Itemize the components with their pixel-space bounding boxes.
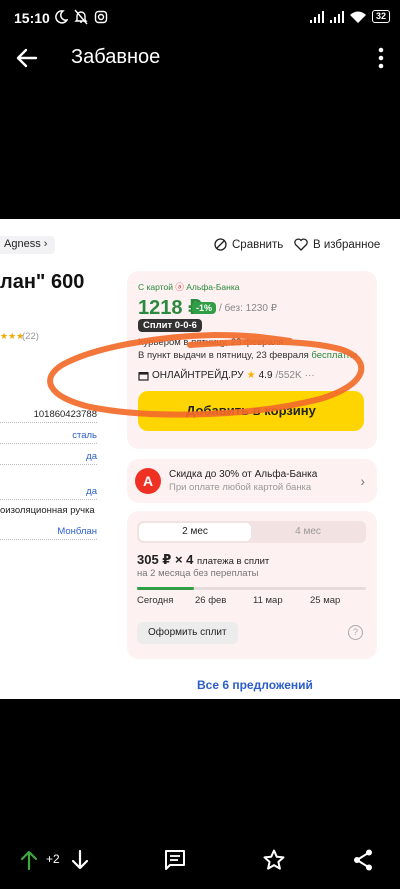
timeline-date: 25 мар [310,595,341,606]
signal-icon [309,10,324,23]
share-icon[interactable] [352,848,374,872]
spec-row: да [0,451,97,465]
seller-reviews: /552K [275,370,302,381]
period-option-4m[interactable]: 4 мес [252,523,364,541]
product-title: лан" 600 [0,271,85,293]
spec-value: 101860423788 [31,409,97,420]
moon-icon [55,10,68,24]
shop-icon [138,371,149,381]
spec-value-link[interactable]: да [84,451,97,462]
favorite-label: В избранное [313,238,381,251]
delivery-pickup: В пункт выдачи в пятницу, 23 февраля бес… [138,350,358,361]
status-right-icons: 32 [309,10,390,23]
app-bar: Забавное [0,36,400,80]
split-badge: Сплит 0-0-6 [138,319,202,332]
delivery-courier: Курьером в пятницу, 23 февраля [138,337,284,348]
split-amount: 305 ₽ × 4 платежа в сплит [137,552,270,567]
instagram-icon [94,10,108,24]
arrow-down-icon[interactable] [71,849,89,871]
spec-row: Монблан [0,526,97,540]
timeline-date: 26 фев [195,595,227,606]
spec-value-link[interactable]: да [84,486,97,497]
spec-row: 101860423788 [0,409,97,423]
help-icon[interactable]: ? [348,625,363,640]
timeline-date: 11 мар [253,595,283,606]
price-without-card: / без: 1230 ₽ [219,303,278,314]
status-left-icons [54,9,108,25]
split-checkout-button[interactable]: Оформить сплит [137,622,238,644]
timeline-progress [137,587,195,590]
spec-row: да [0,486,97,500]
spec-value-link[interactable]: Монблан [55,526,97,537]
star-icon[interactable] [262,848,286,872]
promo-subtitle: При оплате любой картой банка [169,482,312,493]
split-subtitle: на 2 месяца без переплаты [137,568,259,579]
add-to-cart-button[interactable]: Добавить в корзину [138,391,364,431]
seller-name: ОНЛАЙНТРЕЙД.РУ [152,370,244,381]
period-toggle: 2 мес 4 мес [137,521,366,543]
compare-label: Сравнить [232,238,284,251]
muted-bell-icon [74,9,88,25]
more-icon[interactable]: ··· [305,370,315,381]
heart-icon [294,238,308,251]
comment-icon[interactable] [164,849,186,871]
period-option-2m[interactable]: 2 мес [139,523,251,541]
shared-screenshot: Agness › Сравнить В избранное лан" 600 ★… [0,219,400,699]
arrow-left-icon[interactable] [14,45,40,71]
bottom-action-bar: +2 [0,838,400,882]
rating-stars: ★★★ [0,331,25,341]
compare-icon [214,238,227,251]
alfa-promo-card[interactable]: А Скидка до 30% от Альфа-Банка При оплат… [127,459,377,503]
arrow-up-icon[interactable] [20,849,38,871]
card-price-label: С картой ⓐ Альфа-Банка [138,282,240,292]
brand-chip[interactable]: Agness › [0,236,56,254]
battery-icon: 32 [371,10,390,23]
wifi-icon [349,11,366,23]
signal-icon [329,10,344,23]
payment-timeline [137,587,366,590]
spec-value: оизоляционная ручка [0,505,95,516]
kebab-menu-icon[interactable] [376,45,386,71]
status-time: 15:10 [14,10,50,26]
discount-badge: -1% [192,302,217,314]
compare-button[interactable]: Сравнить [214,238,283,251]
spec-value-link[interactable]: сталь [70,430,97,441]
chevron-right-icon: › [360,473,365,489]
status-bar: 15:10 32 [0,0,400,36]
seller-info[interactable]: ОНЛАЙНТРЕЙД.РУ ★ 4.9/552K ··· [138,370,315,381]
promo-title: Скидка до 30% от Альфа-Банка [169,469,318,480]
seller-rating: 4.9 [258,370,273,381]
price-card: С картой ⓐ Альфа-Банка 1218 ₽ -1% / без:… [127,271,377,449]
timeline-date: Сегодня [137,595,174,606]
alfa-bank-logo: А [135,468,161,494]
page-title: Забавное [71,46,161,68]
star-icon: ★ [246,370,256,381]
all-offers-link[interactable]: Все 6 предложений [197,678,313,692]
split-card: 2 мес 4 мес 305 ₽ × 4 платежа в сплит на… [127,511,377,659]
favorite-button[interactable]: В избранное [294,238,380,251]
spec-row: сталь [0,430,97,444]
vote-count: +2 [46,852,60,866]
rating-count[interactable]: (22) [22,331,39,342]
